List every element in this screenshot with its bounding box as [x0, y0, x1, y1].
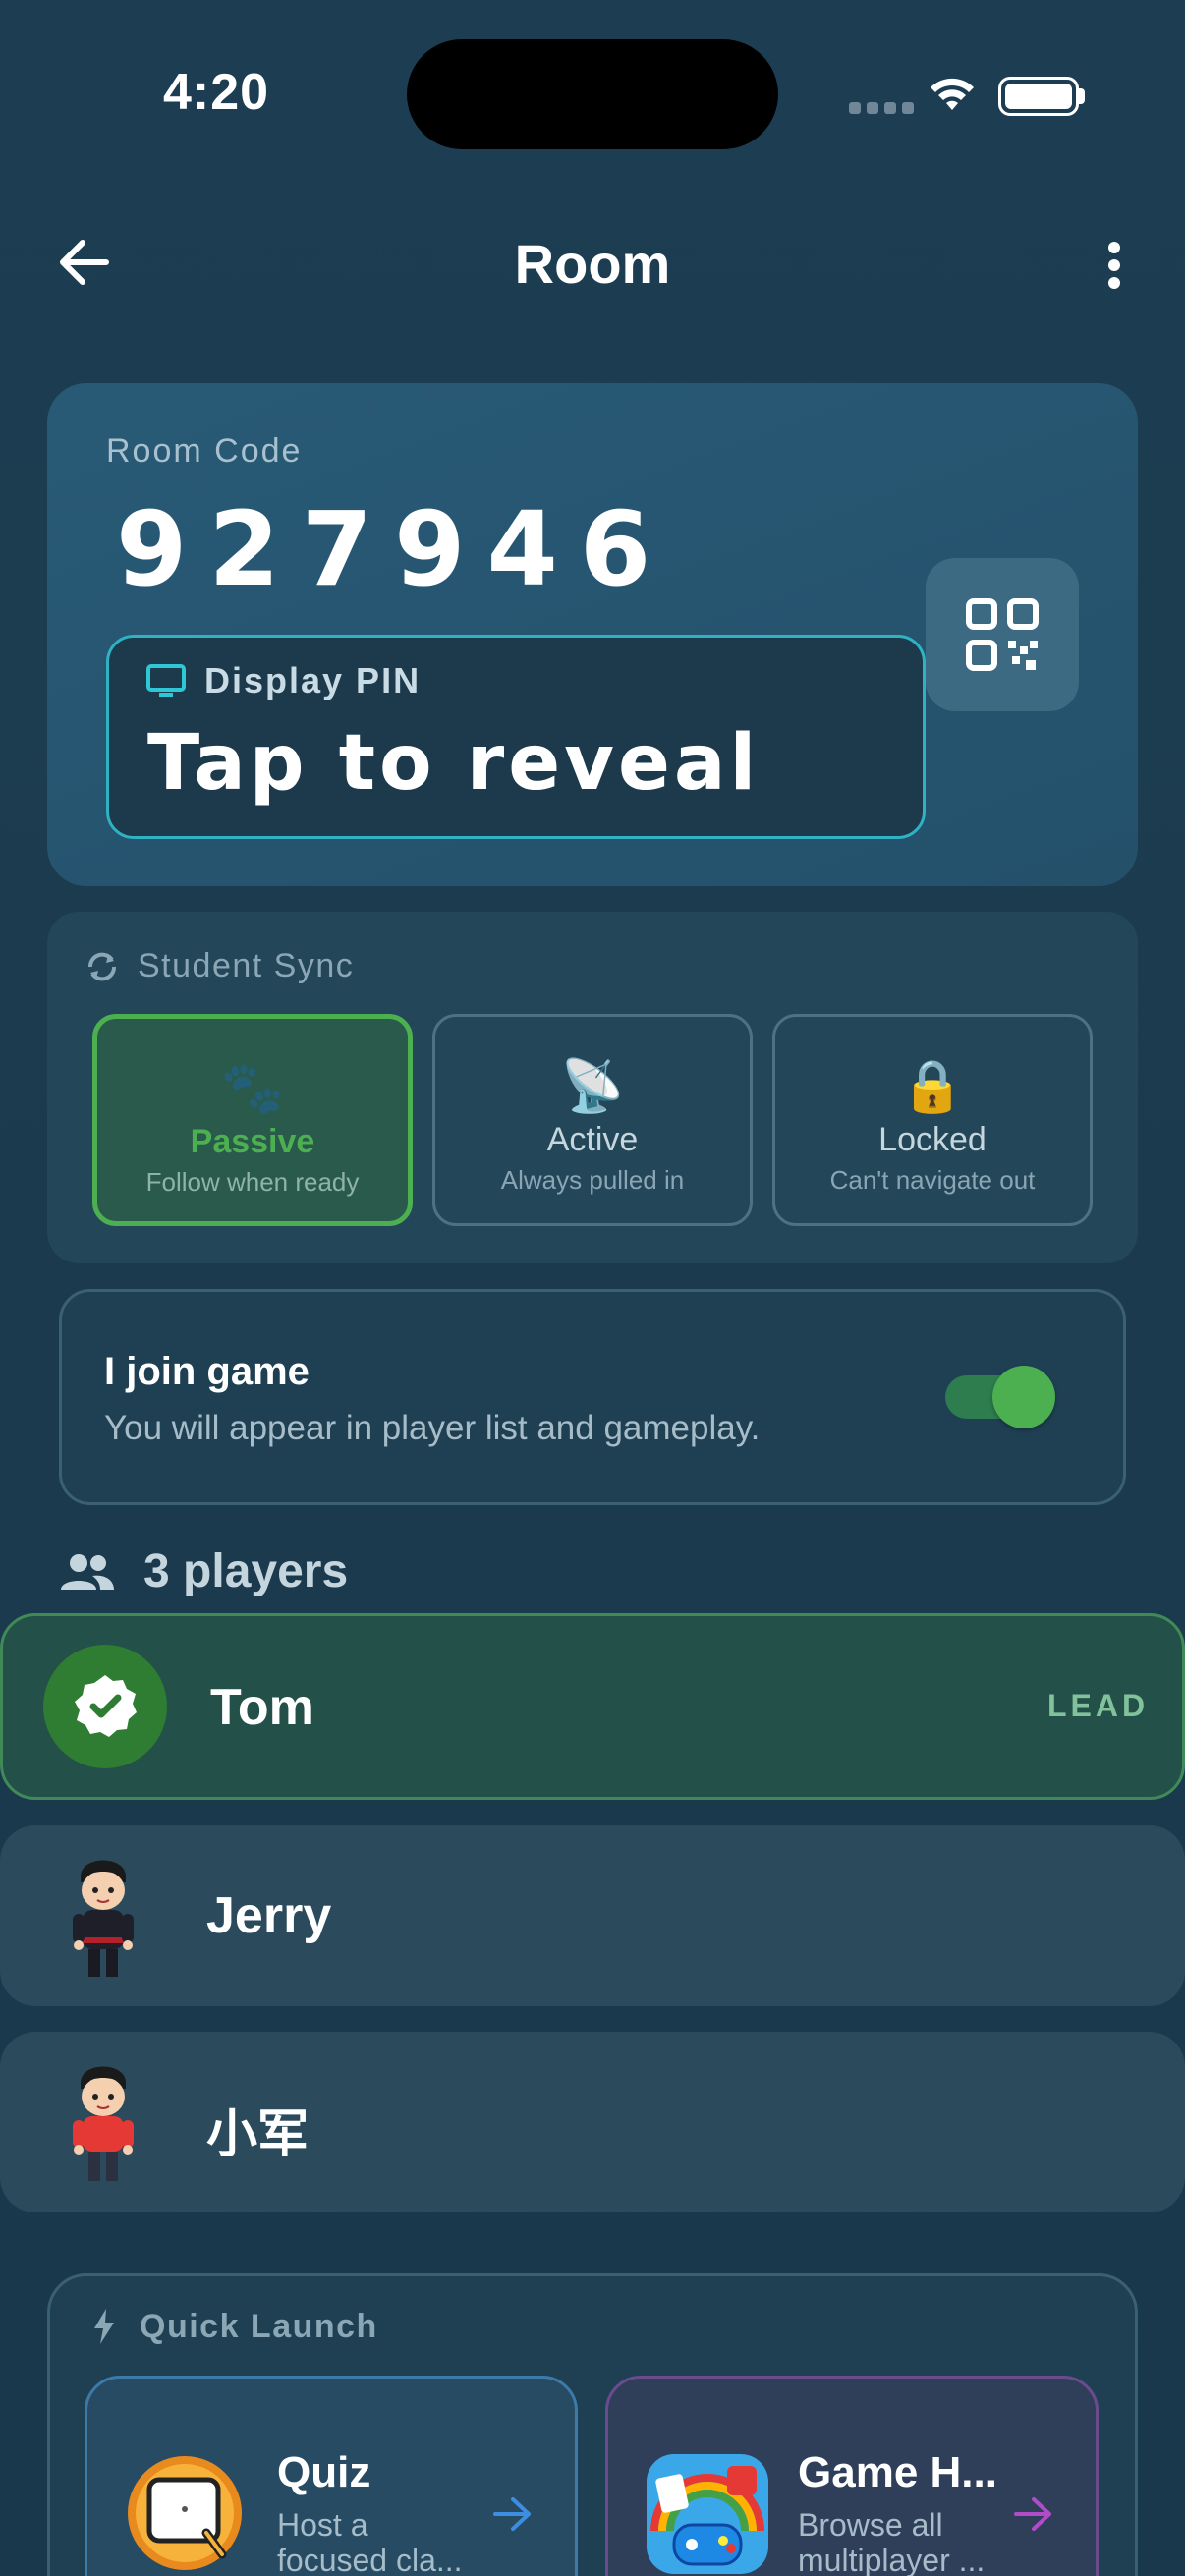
sync-icon — [87, 952, 117, 980]
room-code-label: Room Code — [106, 432, 303, 470]
player-row[interactable] — [0, 1825, 1185, 2006]
kid-avatar-icon — [73, 1860, 134, 1977]
mode-desc: Can't navigate out — [829, 1165, 1036, 1195]
mode-desc: Follow when ready — [145, 1167, 360, 1197]
mode-name: Active — [546, 1121, 639, 1158]
player-name: Tom — [210, 1679, 314, 1736]
battery-tip — [1079, 88, 1085, 104]
player-name: Jerry — [206, 1887, 332, 1944]
battery-icon — [998, 77, 1079, 116]
mode-name: Passive — [190, 1123, 315, 1160]
players-count: 3 players — [143, 1545, 349, 1597]
room-code: 927946 — [116, 489, 673, 609]
bolt-icon — [94, 2309, 114, 2344]
players-header: 3 players — [59, 1544, 348, 1598]
sync-mode-passive[interactable]: 🐾 Passive Follow when ready — [92, 1014, 413, 1226]
mode-desc: Always pulled in — [500, 1165, 685, 1195]
qr-code-button[interactable] — [926, 558, 1079, 711]
lead-badge: LEAD — [1047, 1688, 1150, 1723]
sync-mode-active[interactable]: 📡 Active Always pulled in — [432, 1014, 753, 1226]
status-time: 4:20 — [163, 64, 270, 121]
quick-launch-header: Quick Launch — [90, 2307, 378, 2346]
quiz-name: Quiz — [277, 2448, 371, 2496]
more-options-button[interactable] — [1091, 236, 1138, 295]
join-game-title: I join game — [104, 1350, 310, 1393]
join-game-description: You will appear in player list and gamep… — [104, 1409, 761, 1447]
pin-label: Display PIN — [204, 660, 422, 700]
game-hub-desc-line1: Browse all — [798, 2507, 943, 2543]
satellite-dish-icon: 📡 — [560, 1058, 625, 1115]
quiz-desc-line1: Host a — [277, 2507, 368, 2543]
arrow-right-icon — [493, 2497, 531, 2531]
pin-value[interactable]: Tap to reveal — [147, 719, 760, 808]
verified-badge-icon — [43, 1645, 167, 1768]
wifi-icon — [931, 78, 974, 110]
dynamic-island — [407, 39, 778, 149]
player-name: 小军 — [206, 2106, 310, 2163]
game-hub-name: Game H... — [798, 2448, 997, 2496]
quick-launch-title: Quick Launch — [140, 2307, 378, 2345]
monitor-icon — [146, 664, 186, 697]
paw-icon: 🐾 — [220, 1060, 285, 1117]
people-icon — [61, 1553, 114, 1590]
student-sync-title: Student Sync — [138, 947, 355, 984]
qr-code-icon — [966, 598, 1039, 671]
student-sync-header: Student Sync — [85, 947, 354, 985]
page-title: Room — [514, 233, 671, 295]
toggle-knob[interactable] — [992, 1366, 1055, 1428]
lock-icon: 🔒 — [900, 1058, 965, 1115]
game-hub-desc-line2: multiplayer ... — [798, 2543, 986, 2576]
kid-avatar-icon — [73, 2066, 134, 2181]
game-hub-icon — [647, 2454, 768, 2574]
sync-mode-locked[interactable]: 🔒 Locked Can't navigate out — [772, 1014, 1093, 1226]
arrow-right-icon — [1014, 2497, 1051, 2531]
pin-label-row: Display PIN — [145, 660, 421, 701]
player-row[interactable] — [0, 2032, 1185, 2212]
quiz-icon — [128, 2456, 242, 2570]
quiz-desc-line2: focused cla... — [277, 2543, 463, 2576]
signal-dots-icon — [849, 102, 914, 114]
mode-name: Locked — [878, 1121, 987, 1158]
player-row-lead[interactable] — [0, 1613, 1185, 1800]
